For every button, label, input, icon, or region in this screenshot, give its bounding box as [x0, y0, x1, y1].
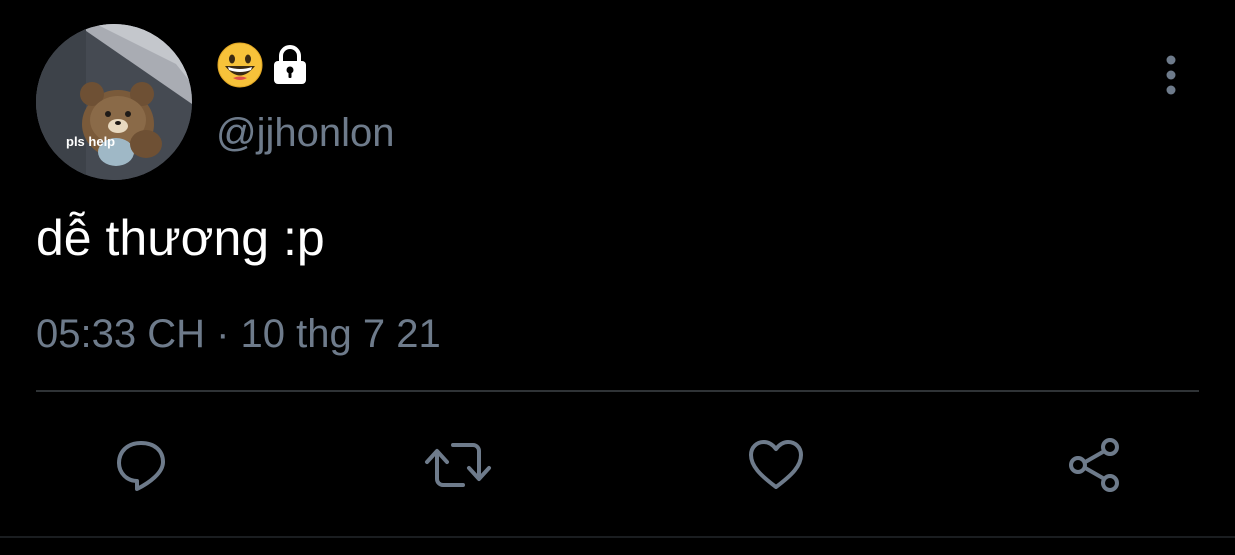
share-button[interactable]: [1059, 430, 1129, 500]
tweet-card: pls help @jjhonlon dễ thương :p 05:33 CH…: [0, 0, 1235, 555]
display-name[interactable]: [216, 42, 308, 88]
avatar-caption: pls help: [66, 134, 116, 149]
retweet-icon: [425, 443, 491, 487]
retweet-button[interactable]: [423, 430, 493, 500]
reply-button[interactable]: [106, 430, 176, 500]
user-handle[interactable]: @jjhonlon: [216, 110, 395, 156]
like-heart-icon: [749, 440, 803, 489]
grinning-face-emoji-icon: [217, 42, 263, 88]
share-icon: [1069, 438, 1119, 492]
like-button[interactable]: [741, 430, 811, 500]
tweet-timestamp[interactable]: 05:33 CH · 10 thg 7 21: [36, 310, 441, 358]
avatar[interactable]: pls help: [36, 24, 192, 180]
avatar-image: [36, 24, 192, 180]
bottom-divider: [0, 536, 1235, 538]
reply-icon: [117, 441, 165, 491]
more-vertical-icon: [1166, 55, 1176, 95]
more-options-button[interactable]: [1156, 52, 1186, 98]
divider: [36, 390, 1199, 392]
lock-icon: [274, 45, 306, 84]
tweet-text: dễ thương :p: [36, 210, 325, 266]
